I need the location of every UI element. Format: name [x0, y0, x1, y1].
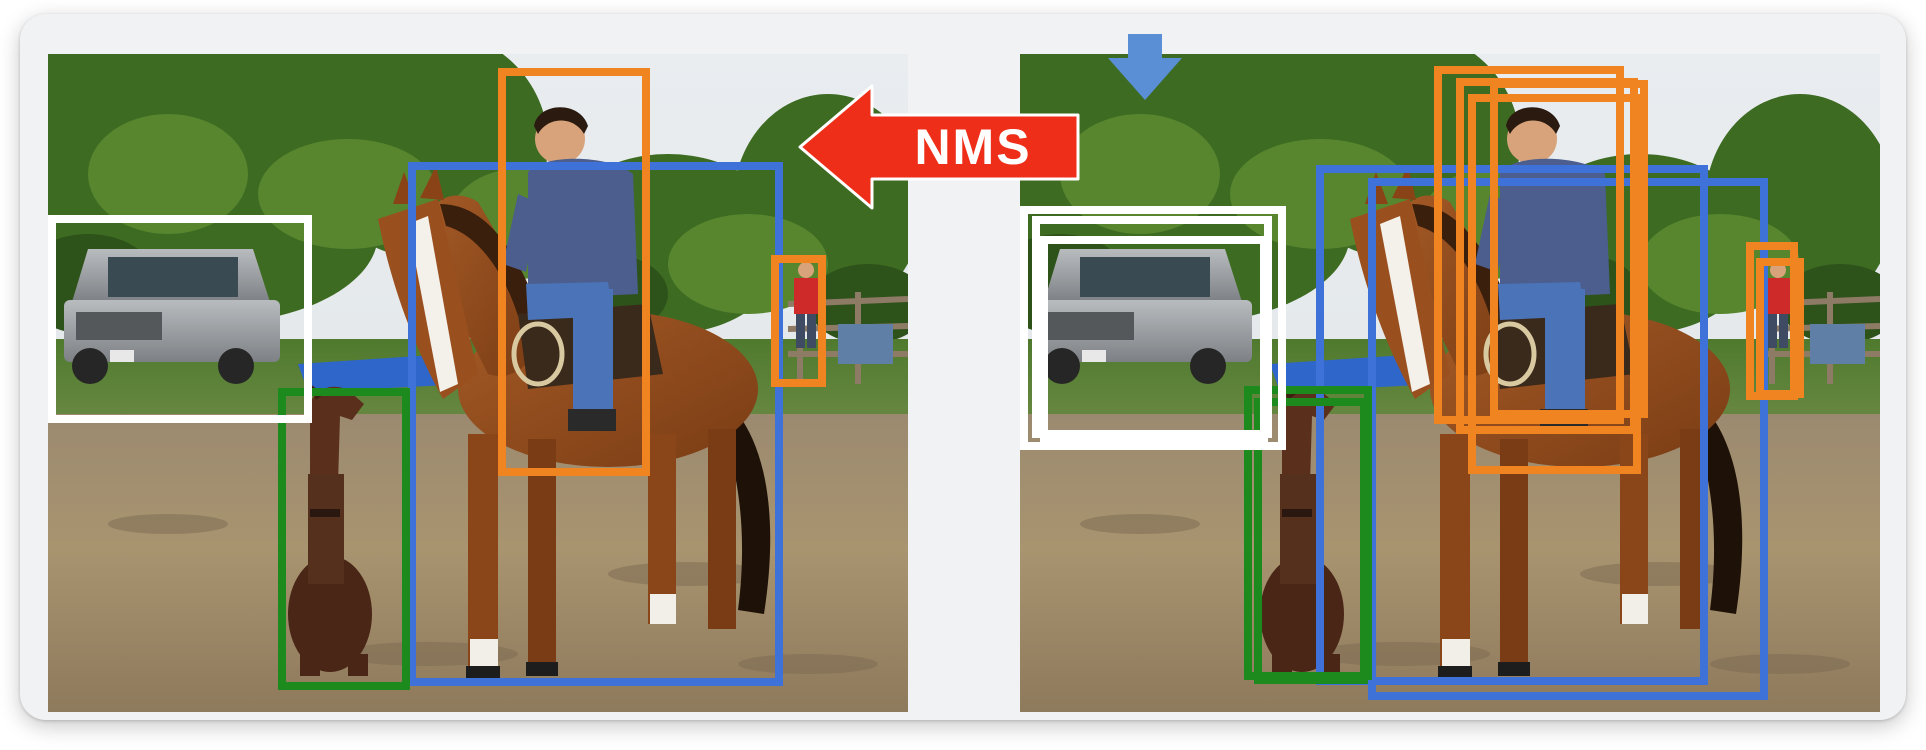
- left-photo: [20, 19, 928, 712]
- nms-label: NMS: [914, 119, 1032, 175]
- panel-before-nms: [1020, 19, 1900, 712]
- figure-card: NMS: [20, 14, 1906, 720]
- panel-after-nms: [20, 19, 928, 712]
